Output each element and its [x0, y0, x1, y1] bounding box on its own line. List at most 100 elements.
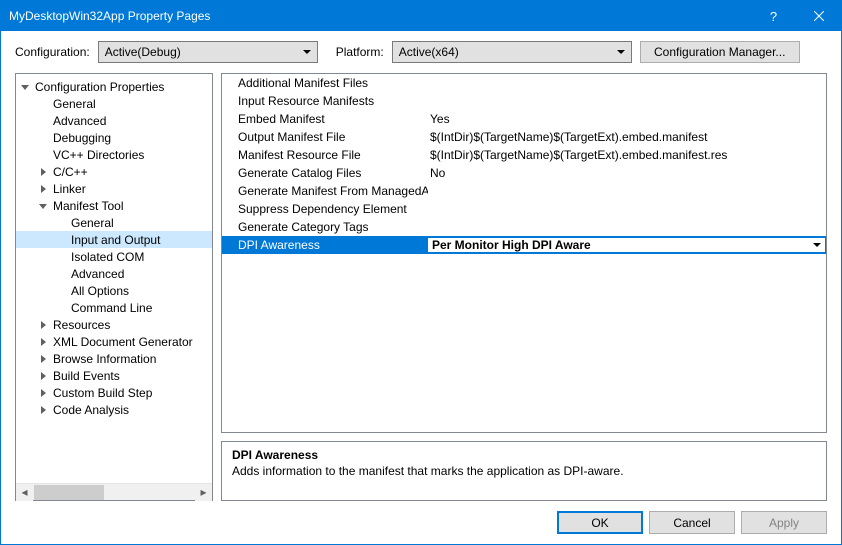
tree-item-label: Browse Information — [53, 352, 156, 366]
tree-item-label: Isolated COM — [71, 250, 144, 264]
scroll-right-icon[interactable]: ▸ — [195, 484, 212, 501]
tree-item[interactable]: General — [16, 95, 212, 112]
tree-item-label: C/C++ — [53, 165, 88, 179]
property-name: Manifest Resource File — [222, 148, 428, 162]
tree-item[interactable]: Advanced — [16, 265, 212, 282]
right-panel: Additional Manifest Files Input Resource … — [221, 73, 827, 501]
property-value[interactable]: $(IntDir)$(TargetName)$(TargetExt).embed… — [428, 130, 826, 144]
property-name: Generate Manifest From ManagedAssembly — [222, 184, 428, 198]
tree-panel: Configuration PropertiesGeneralAdvancedD… — [15, 73, 213, 501]
tree-item[interactable]: Browse Information — [16, 350, 212, 367]
apply-button[interactable]: Apply — [741, 511, 827, 534]
tree-item[interactable]: Input and Output — [16, 231, 212, 248]
platform-value: Active(x64) — [399, 45, 459, 59]
property-name: Additional Manifest Files — [222, 76, 428, 90]
tree-item-label: All Options — [71, 284, 129, 298]
tree-item-label: General — [71, 216, 114, 230]
configuration-label: Configuration: — [15, 45, 90, 59]
property-row[interactable]: Manifest Resource File$(IntDir)$(TargetN… — [222, 146, 826, 164]
configuration-value: Active(Debug) — [105, 45, 181, 59]
scroll-thumb[interactable] — [34, 485, 104, 500]
help-icon: ? — [770, 9, 777, 24]
chevron-right-icon[interactable] — [37, 338, 49, 346]
property-row[interactable]: Output Manifest File$(IntDir)$(TargetNam… — [222, 128, 826, 146]
chevron-right-icon[interactable] — [37, 321, 49, 329]
window-title: MyDesktopWin32App Property Pages — [9, 9, 751, 23]
property-row[interactable]: Suppress Dependency Element — [222, 200, 826, 218]
property-name: Output Manifest File — [222, 130, 428, 144]
configuration-combo[interactable]: Active(Debug) — [98, 41, 318, 63]
chevron-right-icon[interactable] — [37, 168, 49, 176]
tree-item[interactable]: Code Analysis — [16, 401, 212, 418]
tree-item[interactable]: General — [16, 214, 212, 231]
tree-item[interactable]: XML Document Generator — [16, 333, 212, 350]
tree-item-label: Build Events — [53, 369, 120, 383]
property-value[interactable]: No — [428, 166, 826, 180]
property-row[interactable]: Additional Manifest Files — [222, 74, 826, 92]
tree-item[interactable]: Advanced — [16, 112, 212, 129]
platform-label: Platform: — [336, 45, 384, 59]
scroll-left-icon[interactable]: ◂ — [16, 484, 33, 501]
chevron-right-icon[interactable] — [37, 389, 49, 397]
chevron-right-icon[interactable] — [37, 355, 49, 363]
tree-item-label: Linker — [53, 182, 86, 196]
property-name: Generate Category Tags — [222, 220, 428, 234]
tree-item-label: Advanced — [53, 114, 106, 128]
tree-item[interactable]: All Options — [16, 282, 212, 299]
tree-horizontal-scrollbar[interactable]: ◂ ▸ — [16, 483, 212, 500]
close-button[interactable] — [796, 1, 841, 31]
main-area: Configuration PropertiesGeneralAdvancedD… — [1, 67, 841, 501]
toolbar: Configuration: Active(Debug) Platform: A… — [1, 31, 841, 67]
property-row[interactable]: Input Resource Manifests — [222, 92, 826, 110]
ok-button[interactable]: OK — [557, 511, 643, 534]
tree-item[interactable]: VC++ Directories — [16, 146, 212, 163]
property-row[interactable]: Generate Category Tags — [222, 218, 826, 236]
tree-item[interactable]: Custom Build Step — [16, 384, 212, 401]
help-button[interactable]: ? — [751, 1, 796, 31]
property-name: Suppress Dependency Element — [222, 202, 428, 216]
configuration-manager-button[interactable]: Configuration Manager... — [640, 41, 800, 63]
tree-item[interactable]: Command Line — [16, 299, 212, 316]
tree-item-label: Advanced — [71, 267, 124, 281]
property-value[interactable]: Yes — [428, 112, 826, 126]
chevron-right-icon[interactable] — [37, 406, 49, 414]
tree-item[interactable]: Resources — [16, 316, 212, 333]
chevron-right-icon[interactable] — [37, 185, 49, 193]
description-panel: DPI Awareness Adds information to the ma… — [221, 441, 827, 501]
chevron-down-icon[interactable] — [19, 84, 31, 89]
description-text: Adds information to the manifest that ma… — [232, 464, 816, 478]
titlebar: MyDesktopWin32App Property Pages ? — [1, 1, 841, 31]
tree-item[interactable]: Manifest Tool — [16, 197, 212, 214]
tree-item[interactable]: Debugging — [16, 129, 212, 146]
tree-item-label: Debugging — [53, 131, 111, 145]
property-name: Embed Manifest — [222, 112, 428, 126]
platform-combo[interactable]: Active(x64) — [392, 41, 632, 63]
tree-item-label: XML Document Generator — [53, 335, 193, 349]
chevron-down-icon[interactable] — [37, 203, 49, 208]
property-row[interactable]: DPI AwarenessPer Monitor High DPI Aware — [222, 236, 826, 254]
tree-item-label: Command Line — [71, 301, 152, 315]
tree-item[interactable]: Linker — [16, 180, 212, 197]
property-grid[interactable]: Additional Manifest Files Input Resource … — [221, 73, 827, 433]
tree-item-label: Configuration Properties — [35, 80, 164, 94]
property-value[interactable]: $(IntDir)$(TargetName)$(TargetExt).embed… — [428, 148, 826, 162]
cancel-button[interactable]: Cancel — [649, 511, 735, 534]
chevron-right-icon[interactable] — [37, 372, 49, 380]
property-name: DPI Awareness — [222, 238, 428, 252]
tree-item[interactable]: Configuration Properties — [16, 78, 212, 95]
tree-item[interactable]: Isolated COM — [16, 248, 212, 265]
tree-item-label: VC++ Directories — [53, 148, 144, 162]
property-value[interactable]: Per Monitor High DPI Aware — [428, 238, 825, 252]
tree-item-label: Code Analysis — [53, 403, 129, 417]
property-name: Input Resource Manifests — [222, 94, 428, 108]
tree[interactable]: Configuration PropertiesGeneralAdvancedD… — [16, 74, 212, 483]
property-row[interactable]: Generate Manifest From ManagedAssembly — [222, 182, 826, 200]
close-icon — [814, 11, 824, 21]
description-title: DPI Awareness — [232, 448, 816, 462]
tree-item-label: Manifest Tool — [53, 199, 123, 213]
tree-item-label: Input and Output — [71, 233, 160, 247]
property-row[interactable]: Generate Catalog FilesNo — [222, 164, 826, 182]
tree-item[interactable]: C/C++ — [16, 163, 212, 180]
tree-item[interactable]: Build Events — [16, 367, 212, 384]
property-row[interactable]: Embed ManifestYes — [222, 110, 826, 128]
